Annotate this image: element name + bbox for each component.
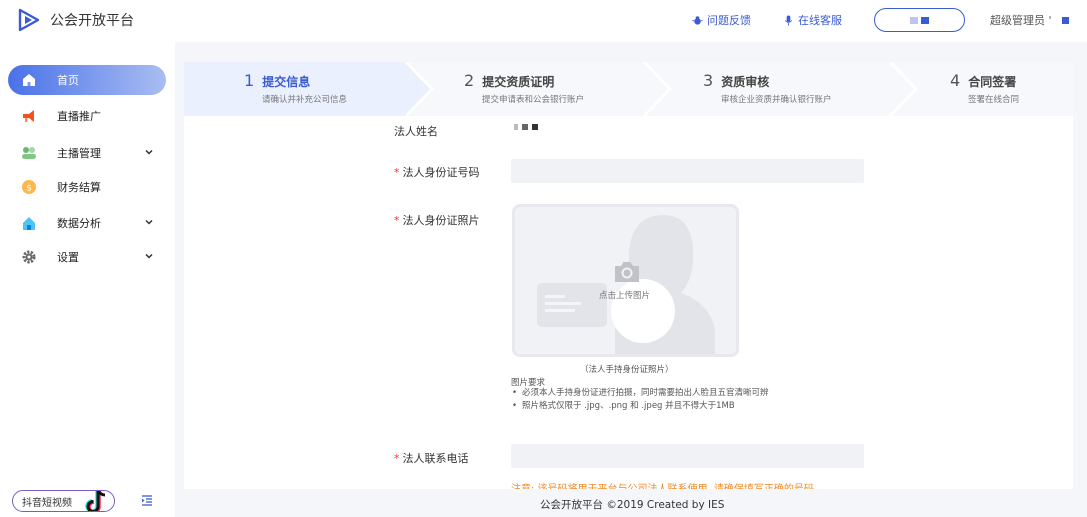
brand-title: 公会开放平台 (50, 13, 134, 29)
bug-icon (692, 15, 703, 25)
step-subtitle: 提交申请表和公会银行账户 (482, 95, 585, 105)
user-menu[interactable]: 超级管理员 ' (990, 12, 1069, 28)
required-mark: * (394, 166, 400, 179)
legal-phone-label: * 法人联系电话 (394, 450, 469, 466)
step-subtitle: 签署在线合同 (968, 95, 1020, 105)
step-3: 3 资质审核 审核企业资质并确认银行账户 (703, 71, 832, 105)
user-avatar (1061, 16, 1069, 24)
step-4: 4 合同签署 签署在线合同 (950, 71, 1019, 105)
step-number: 4 (950, 71, 961, 90)
top-header: 公会开放平台 问题反馈 在线客服 超级管理员 ' (0, 0, 1087, 42)
sidebar-item-label: 首页 (57, 74, 79, 87)
id-photo-upload[interactable]: 点击上传图片 (512, 204, 739, 357)
svg-text:$: $ (26, 184, 32, 194)
step-subtitle: 审核企业资质并确认银行账户 (721, 95, 832, 105)
step-subtitle: 请确认并补充公司信息 (262, 95, 348, 105)
sidebar: 首页 直播推广 主播管理 $ 财务结算 数据分析 设置 (0, 42, 175, 517)
legal-name-label: 法人姓名 (394, 123, 438, 139)
coin-icon: $ (21, 179, 37, 195)
label-text: 法人姓名 (394, 125, 438, 138)
requirements-list: 必须本人手持身份证进行拍摄，同时需要拍出人脸且五官清晰可辨 照片格式仅限于 .j… (511, 387, 769, 413)
microphone-icon (784, 14, 793, 26)
legal-name-value (514, 124, 538, 130)
feedback-link[interactable]: 问题反馈 (692, 12, 751, 28)
label-text: 法人联系电话 (402, 452, 469, 465)
gear-icon (21, 249, 37, 265)
chevron-down-icon (145, 219, 153, 225)
step-number: 1 (244, 71, 255, 90)
sidebar-item-label: 直播推广 (57, 110, 101, 123)
step-title: 资质审核 (721, 75, 770, 89)
step-title: 合同签署 (968, 75, 1017, 89)
sidebar-item-label: 财务结算 (57, 181, 101, 194)
header-pill-button[interactable] (874, 8, 965, 32)
step-number: 3 (703, 71, 714, 90)
label-text: 法人身份证照片 (402, 214, 480, 227)
sidebar-item-finance[interactable]: $ 财务结算 (8, 172, 166, 202)
label-text: 法人身份证号码 (402, 166, 480, 179)
menu-collapse-icon[interactable] (141, 494, 153, 506)
douyin-label: 抖音短视频 (22, 497, 72, 509)
logo[interactable]: 公会开放平台 (16, 7, 134, 33)
douyin-button[interactable]: 抖音短视频 (12, 490, 115, 512)
home-icon (21, 72, 37, 88)
list-item: 必须本人手持身份证进行拍摄，同时需要拍出人脸且五官清晰可辨 (511, 387, 769, 400)
legal-id-label: * 法人身份证号码 (394, 164, 480, 180)
step-number: 2 (464, 71, 475, 90)
step-title: 提交信息 (262, 75, 311, 89)
step-title: 提交资质证明 (482, 75, 555, 89)
pill-block (910, 16, 918, 24)
play-logo-icon (18, 8, 40, 32)
service-label: 在线客服 (798, 14, 842, 27)
chevron-down-icon (145, 253, 153, 259)
pill-block (921, 16, 929, 24)
step-2: 2 提交资质证明 提交申请表和公会银行账户 (464, 71, 584, 105)
sidebar-item-data-analysis[interactable]: 数据分析 (8, 208, 166, 238)
step-progress: 1 提交信息 请确认并补充公司信息 2 提交资质证明 提交申请表和公会银行账户 3资… (184, 62, 1073, 116)
legal-phone-input[interactable] (511, 444, 864, 468)
main-card: 1 提交信息 请确认并补充公司信息 2 提交资质证明 提交申请表和公会银行账户 3资… (184, 62, 1073, 489)
upload-hint: 点击上传图片 (599, 291, 651, 301)
chart-house-icon (21, 215, 37, 231)
required-mark: * (394, 214, 400, 227)
legal-id-photo-label: * 法人身份证照片 (394, 212, 480, 228)
tiktok-logo-icon (85, 491, 106, 511)
sidebar-item-anchor-management[interactable]: 主播管理 (8, 138, 166, 168)
sidebar-item-settings[interactable]: 设置 (8, 242, 166, 272)
sidebar-item-label: 主播管理 (57, 147, 101, 160)
photo-caption: （法人手持身份证照片） (580, 365, 674, 375)
legal-id-input[interactable] (511, 159, 864, 183)
sidebar-item-live-promotion[interactable]: 直播推广 (8, 101, 166, 131)
feedback-label: 问题反馈 (707, 14, 751, 27)
online-service-link[interactable]: 在线客服 (783, 12, 842, 28)
sidebar-item-home[interactable]: 首页 (8, 65, 166, 95)
footer-copyright: 公会开放平台 ©2019 Created by IES (540, 499, 725, 511)
sidebar-item-label: 设置 (57, 251, 79, 264)
camera-icon (615, 262, 639, 282)
user-name: 超级管理员 ' (990, 14, 1052, 27)
sidebar-item-label: 数据分析 (57, 217, 101, 230)
required-mark: * (394, 452, 400, 465)
users-icon (21, 145, 37, 161)
phone-note: 注意: 该号码将用于平台与公司法人联系使用, 请确保填写正确的号码 (511, 480, 814, 489)
chevron-down-icon (145, 149, 153, 155)
megaphone-icon (21, 108, 37, 124)
list-item: 照片格式仅限于 .jpg、.png 和 .jpeg 并且不得大于1MB (511, 400, 769, 413)
step-1: 1 提交信息 请确认并补充公司信息 (244, 71, 347, 105)
